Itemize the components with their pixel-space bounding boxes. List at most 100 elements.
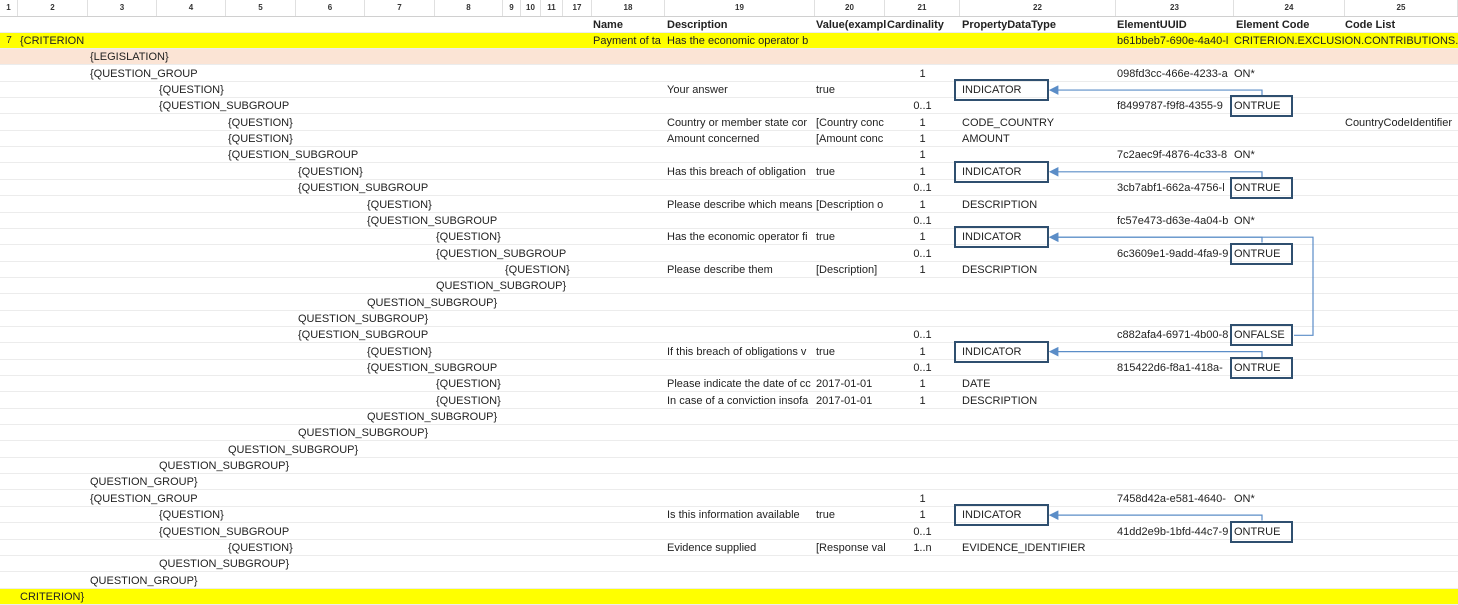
element-tag[interactable]: QUESTION_SUBGROUP}: [367, 295, 497, 311]
column-header-23[interactable]: 23: [1116, 0, 1234, 16]
property-data-type-cell[interactable]: DESCRIPTION: [962, 262, 1114, 278]
element-uuid-cell[interactable]: f8499787-f9f8-4355-9: [1117, 98, 1233, 114]
field-header-cardinality[interactable]: Cardinality: [887, 17, 959, 33]
property-data-type-cell[interactable]: DESCRIPTION: [962, 197, 1114, 213]
cardinality-cell[interactable]: 0..1: [885, 180, 960, 196]
value-cell[interactable]: [Country conc: [816, 115, 886, 131]
description-cell[interactable]: Has the economic operator b: [667, 33, 813, 49]
table-row[interactable]: CRITERION}: [0, 588, 1458, 605]
element-tag[interactable]: {QUESTION_SUBGROUP: [298, 327, 428, 343]
description-cell[interactable]: Amount concerned: [667, 131, 813, 147]
element-code-cell[interactable]: ON*: [1234, 66, 1458, 82]
element-tag[interactable]: {QUESTION}: [367, 344, 432, 360]
table-row[interactable]: 7 {CRITERION Payment of ta Has the economic…: [0, 33, 1458, 49]
column-header-3[interactable]: 3: [88, 0, 157, 16]
element-tag[interactable]: {QUESTION}: [367, 197, 432, 213]
value-cell[interactable]: [Description]: [816, 262, 886, 278]
element-tag[interactable]: {QUESTION}: [436, 393, 501, 409]
table-row[interactable]: {QUESTION_SUBGROUP 0..1 fc57e473-d63e-4a04…: [0, 213, 1458, 229]
table-row[interactable]: QUESTION_SUBGROUP}: [0, 425, 1458, 442]
element-tag[interactable]: CRITERION}: [20, 589, 84, 605]
element-uuid-cell[interactable]: 6c3609e1-9add-4fa9-9: [1117, 246, 1233, 262]
column-header-20[interactable]: 20: [815, 0, 885, 16]
description-cell[interactable]: Please describe them: [667, 262, 813, 278]
element-uuid-cell[interactable]: 3cb7abf1-662a-4756-l: [1117, 180, 1233, 196]
column-header-10[interactable]: 10: [521, 0, 541, 16]
field-header-property-data-type[interactable]: PropertyDataType: [962, 17, 1112, 33]
description-cell[interactable]: In case of a conviction insofa: [667, 393, 813, 409]
code-list-cell[interactable]: CountryCodeIdentifier: [1345, 115, 1458, 131]
cardinality-cell[interactable]: 1: [885, 376, 960, 392]
element-uuid-cell[interactable]: 41dd2e9b-1bfd-44c7-9: [1117, 524, 1233, 540]
field-header-description[interactable]: Description: [667, 17, 815, 33]
element-tag[interactable]: {QUESTION}: [159, 507, 224, 523]
cardinality-cell[interactable]: 1: [885, 507, 960, 523]
element-tag[interactable]: {QUESTION_SUBGROUP: [298, 180, 428, 196]
element-tag[interactable]: {QUESTION}: [159, 82, 224, 98]
field-header-code-list[interactable]: Code List: [1345, 17, 1457, 33]
column-header-22[interactable]: 22: [960, 0, 1116, 16]
cardinality-cell[interactable]: 1: [885, 393, 960, 409]
cardinality-cell[interactable]: 1: [885, 131, 960, 147]
cardinality-cell[interactable]: 0..1: [885, 98, 960, 114]
cardinality-cell[interactable]: 1: [885, 491, 960, 507]
cardinality-cell[interactable]: 1: [885, 164, 960, 180]
element-tag[interactable]: QUESTION_GROUP}: [90, 573, 198, 589]
column-header-9[interactable]: 9: [503, 0, 521, 16]
value-cell[interactable]: true: [816, 82, 886, 98]
table-row[interactable]: {QUESTION_GROUP 1 7458d42a-e581-4640- ON*: [0, 491, 1458, 507]
column-header-25[interactable]: 25: [1345, 0, 1458, 16]
value-cell[interactable]: true: [816, 344, 886, 360]
value-cell[interactable]: true: [816, 229, 886, 245]
table-row[interactable]: {QUESTION_SUBGROUP 1 7c2aec9f-4876-4c33-8 O…: [0, 147, 1458, 164]
value-cell[interactable]: true: [816, 164, 886, 180]
cardinality-cell[interactable]: 1: [885, 115, 960, 131]
element-tag[interactable]: {QUESTION}: [505, 262, 570, 278]
table-row[interactable]: {LEGISLATION}: [0, 49, 1458, 66]
table-row[interactable]: QUESTION_SUBGROUP}: [0, 278, 1458, 295]
element-tag[interactable]: {QUESTION_SUBGROUP: [367, 360, 497, 376]
value-cell[interactable]: true: [816, 507, 886, 523]
element-uuid-cell[interactable]: 098fd3cc-466e-4233-a: [1117, 66, 1233, 82]
element-tag[interactable]: {QUESTION}: [228, 540, 293, 556]
element-tag[interactable]: {QUESTION_SUBGROUP: [159, 98, 289, 114]
element-tag[interactable]: {QUESTION_SUBGROUP: [159, 524, 289, 540]
cardinality-cell[interactable]: 0..1: [885, 524, 960, 540]
element-tag[interactable]: {QUESTION}: [436, 229, 501, 245]
value-cell[interactable]: [Response valu: [816, 540, 886, 556]
description-cell[interactable]: If this breach of obligations v: [667, 344, 813, 360]
cardinality-cell[interactable]: 1: [885, 147, 960, 163]
table-row[interactable]: QUESTION_SUBGROUP}: [0, 295, 1458, 311]
table-row[interactable]: {QUESTION} In case of a conviction insofa…: [0, 393, 1458, 409]
element-tag[interactable]: {QUESTION_GROUP: [90, 491, 198, 507]
table-row[interactable]: QUESTION_SUBGROUP}: [0, 442, 1458, 458]
cardinality-cell[interactable]: 1: [885, 229, 960, 245]
value-cell[interactable]: [Amount conc: [816, 131, 886, 147]
property-data-type-cell[interactable]: DESCRIPTION: [962, 393, 1114, 409]
column-header-24[interactable]: 24: [1234, 0, 1345, 16]
property-data-type-cell[interactable]: CODE_COUNTRY: [962, 115, 1114, 131]
element-tag[interactable]: {QUESTION}: [228, 115, 293, 131]
column-header-2[interactable]: 2: [18, 0, 88, 16]
column-header-1[interactable]: 1: [0, 0, 18, 16]
column-header-11[interactable]: 11: [541, 0, 563, 16]
description-cell[interactable]: Has this breach of obligation: [667, 164, 813, 180]
field-header-value[interactable]: Value(exampl: [816, 17, 886, 33]
description-cell[interactable]: Please describe which means: [667, 197, 813, 213]
table-row[interactable]: QUESTION_SUBGROUP}: [0, 556, 1458, 573]
description-cell[interactable]: Country or member state cor: [667, 115, 813, 131]
element-tag[interactable]: QUESTION_SUBGROUP}: [159, 556, 289, 572]
column-header-17[interactable]: 17: [563, 0, 592, 16]
name-cell[interactable]: Payment of ta: [593, 33, 665, 49]
element-uuid-cell[interactable]: 815422d6-f8a1-418a-: [1117, 360, 1233, 376]
description-cell[interactable]: Please indicate the date of cc: [667, 376, 813, 392]
field-header-element-uuid[interactable]: ElementUUID: [1117, 17, 1232, 33]
property-data-type-cell[interactable]: AMOUNT: [962, 131, 1114, 147]
table-row[interactable]: {QUESTION} Amount concerned [Amount conc 1 A…: [0, 131, 1458, 148]
element-tag[interactable]: {QUESTION}: [298, 164, 363, 180]
cardinality-cell[interactable]: 1: [885, 66, 960, 82]
element-uuid-cell[interactable]: c882afa4-6971-4b00-8: [1117, 327, 1233, 343]
cardinality-cell[interactable]: 0..1: [885, 327, 960, 343]
description-cell[interactable]: Has the economic operator fi: [667, 229, 813, 245]
column-header-21[interactable]: 21: [885, 0, 960, 16]
